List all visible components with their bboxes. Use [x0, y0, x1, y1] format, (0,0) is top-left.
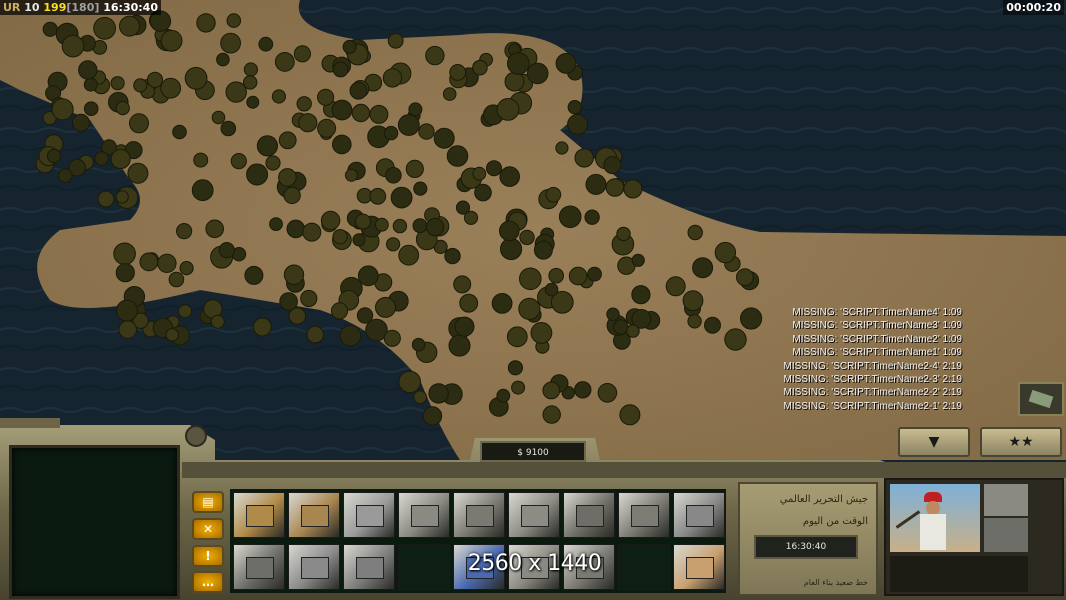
debug-line: MISSING: 'SCRIPT:TimerName2-2' 2:19: [783, 387, 963, 399]
unit-count: 199: [43, 1, 67, 14]
build-defense-button[interactable]: [673, 492, 725, 538]
unit-portrait-panel: [884, 478, 1064, 596]
tab-chat[interactable]: …: [192, 571, 224, 593]
tab-alert[interactable]: !: [192, 545, 224, 567]
system-clock: 16:30:40: [103, 1, 158, 14]
resolution-watermark: 2560 x 1440: [467, 551, 602, 576]
panel-footer: خط صعيد بناء العام: [803, 578, 868, 587]
radar-minimap[interactable]: [9, 445, 180, 599]
debug-line: MISSING: 'SCRIPT:TimerName2' 1:09: [792, 333, 962, 345]
build-depot-button[interactable]: [618, 492, 670, 538]
unit-thumbnail[interactable]: [984, 518, 1028, 552]
empty-slot: [618, 544, 670, 590]
chevron-down-icon: ▼: [928, 434, 940, 450]
build-artillery-button[interactable]: [563, 492, 615, 538]
generals-promotion-button[interactable]: ★★: [980, 427, 1062, 457]
chat-icon: …: [202, 575, 214, 589]
general-portrait[interactable]: [890, 484, 980, 552]
build-tower-button[interactable]: [343, 544, 395, 590]
unit-thumbnail[interactable]: [984, 484, 1028, 516]
build-map-button[interactable]: [673, 544, 725, 590]
debug-line: MISSING: 'SCRIPT:TimerName2-3' 2:19: [783, 374, 963, 386]
wrench-icon: ✕: [202, 522, 214, 536]
collapse-bar-button[interactable]: ▼: [898, 427, 970, 457]
tab-repair[interactable]: ✕: [192, 518, 224, 540]
faction-name: جيش التحرير العالمي: [779, 494, 868, 505]
resource-readout: UR 10 199[180] 16:30:40: [0, 0, 161, 15]
structure-icon: ▤: [202, 495, 214, 509]
debug-line: MISSING: 'SCRIPT:TimerName2-4' 2:19: [783, 360, 963, 372]
alert-icon: !: [205, 549, 211, 563]
build-bunker-button[interactable]: [288, 544, 340, 590]
star-icon: ★★: [1008, 434, 1034, 450]
time-of-day-clock: 16:30:40: [754, 535, 858, 559]
time-of-day-label: الوقت من اليوم: [802, 516, 868, 527]
debug-line: MISSING: 'SCRIPT:TimerName4' 1:09: [792, 307, 962, 318]
money-display: $ 9100: [480, 441, 586, 462]
game-timer: 00:00:20: [1003, 0, 1064, 15]
command-grid: [230, 489, 726, 593]
tab-structures[interactable]: ▤: [192, 491, 224, 513]
debug-line: MISSING: 'SCRIPT:TimerName3' 1:09: [792, 320, 962, 332]
debug-messages: MISSING: 'SCRIPT:TimerName4' 1:09 MISSIN…: [740, 306, 963, 413]
debug-line: MISSING: 'SCRIPT:TimerName1' 1:09: [792, 347, 962, 359]
empty-slot: [398, 544, 450, 590]
build-power-plant-button[interactable]: [343, 492, 395, 538]
unit-queue: [890, 556, 1028, 592]
build-barracks-button[interactable]: [288, 492, 340, 538]
build-command-center-button[interactable]: [233, 492, 285, 538]
build-war-factory-button[interactable]: [453, 492, 505, 538]
build-vehicle-button[interactable]: [233, 544, 285, 590]
level-value: 10: [24, 1, 40, 14]
unit-cap: [180]: [66, 1, 100, 14]
faction-label: UR: [3, 1, 21, 14]
build-supply-button[interactable]: [398, 492, 450, 538]
build-airfield-button[interactable]: [508, 492, 560, 538]
